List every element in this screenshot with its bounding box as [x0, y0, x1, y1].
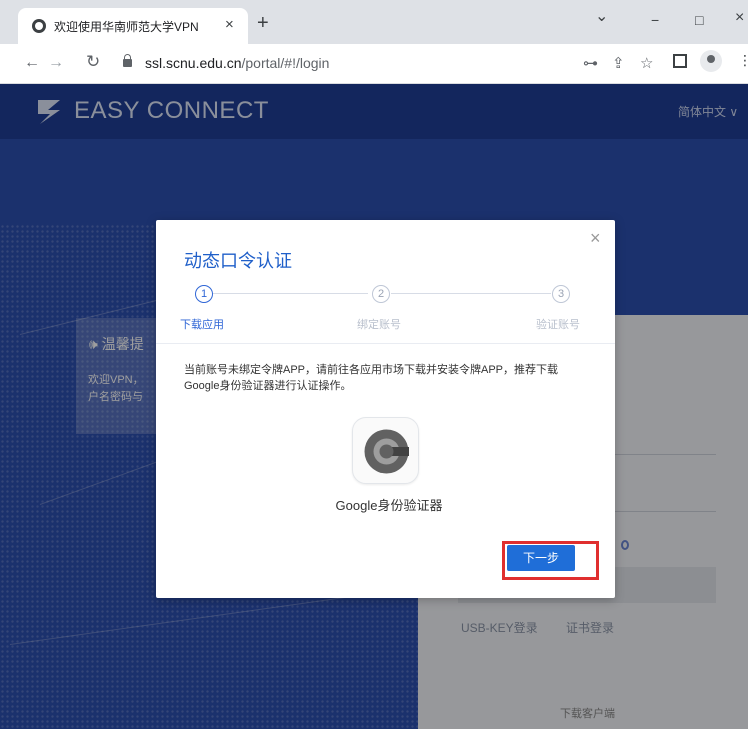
google-authenticator-icon[interactable] — [352, 417, 419, 484]
browser-toolbar: ← → ↻ ssl.scnu.edu.cn/portal/#!/login ⊶ … — [0, 44, 748, 84]
tab-close-icon[interactable]: × — [225, 16, 234, 33]
browser-tab-bar: 欢迎使用华南师范大学VPN × + ⌄ − □ × — [0, 0, 748, 44]
tab-title: 欢迎使用华南师范大学VPN — [54, 20, 199, 34]
app-name: Google身份验证器 — [335, 498, 443, 513]
bookmark-star-icon[interactable]: ☆ — [640, 54, 653, 72]
step-1-label: 下载应用 — [180, 319, 224, 331]
globe-icon — [32, 19, 46, 33]
otp-auth-dialog: 动态口令认证 × 1 2 3 下载应用 绑定账号 验证账号 当前账号未绑定令牌A… — [156, 220, 615, 598]
step-connector — [212, 293, 368, 294]
url-host: ssl.scnu.edu.cn — [145, 55, 242, 71]
step-3-indicator: 3 — [552, 285, 570, 303]
address-bar[interactable]: ssl.scnu.edu.cn/portal/#!/login — [145, 55, 329, 71]
new-tab-icon[interactable]: + — [257, 13, 269, 33]
dialog-close-icon[interactable]: × — [590, 228, 601, 249]
close-window-icon[interactable]: × — [735, 9, 744, 27]
authenticator-g-icon — [364, 429, 409, 474]
profile-avatar-icon[interactable] — [700, 50, 722, 72]
minimize-icon[interactable]: − — [651, 12, 659, 28]
browser-tab[interactable]: 欢迎使用华南师范大学VPN × — [18, 8, 248, 44]
tab-search-icon[interactable]: ⌄ — [595, 6, 608, 26]
share-icon[interactable]: ⇪ — [612, 54, 625, 72]
back-icon[interactable]: ← — [24, 54, 40, 72]
lock-icon[interactable] — [123, 54, 132, 67]
dialog-divider — [156, 343, 615, 344]
forward-icon[interactable]: → — [48, 54, 64, 72]
step-2-label: 绑定账号 — [357, 319, 401, 331]
dialog-title: 动态口令认证 — [184, 251, 292, 271]
dialog-message: 当前账号未绑定令牌APP，请前往各应用市场下载并安装令牌APP，推荐下载Goog… — [184, 364, 559, 392]
side-panel-icon[interactable] — [673, 54, 687, 68]
step-2-indicator: 2 — [372, 285, 390, 303]
url-path: /portal/#!/login — [241, 55, 330, 71]
reload-icon[interactable]: ↻ — [86, 52, 100, 72]
maximize-icon[interactable]: □ — [695, 12, 703, 28]
step-1-indicator: 1 — [195, 285, 213, 303]
browser-menu-icon[interactable]: ⋮ — [738, 52, 748, 69]
step-3-label: 验证账号 — [536, 319, 580, 331]
step-connector — [391, 293, 551, 294]
password-key-icon[interactable]: ⊶ — [583, 54, 598, 72]
next-step-button[interactable]: 下一步 — [507, 545, 575, 571]
